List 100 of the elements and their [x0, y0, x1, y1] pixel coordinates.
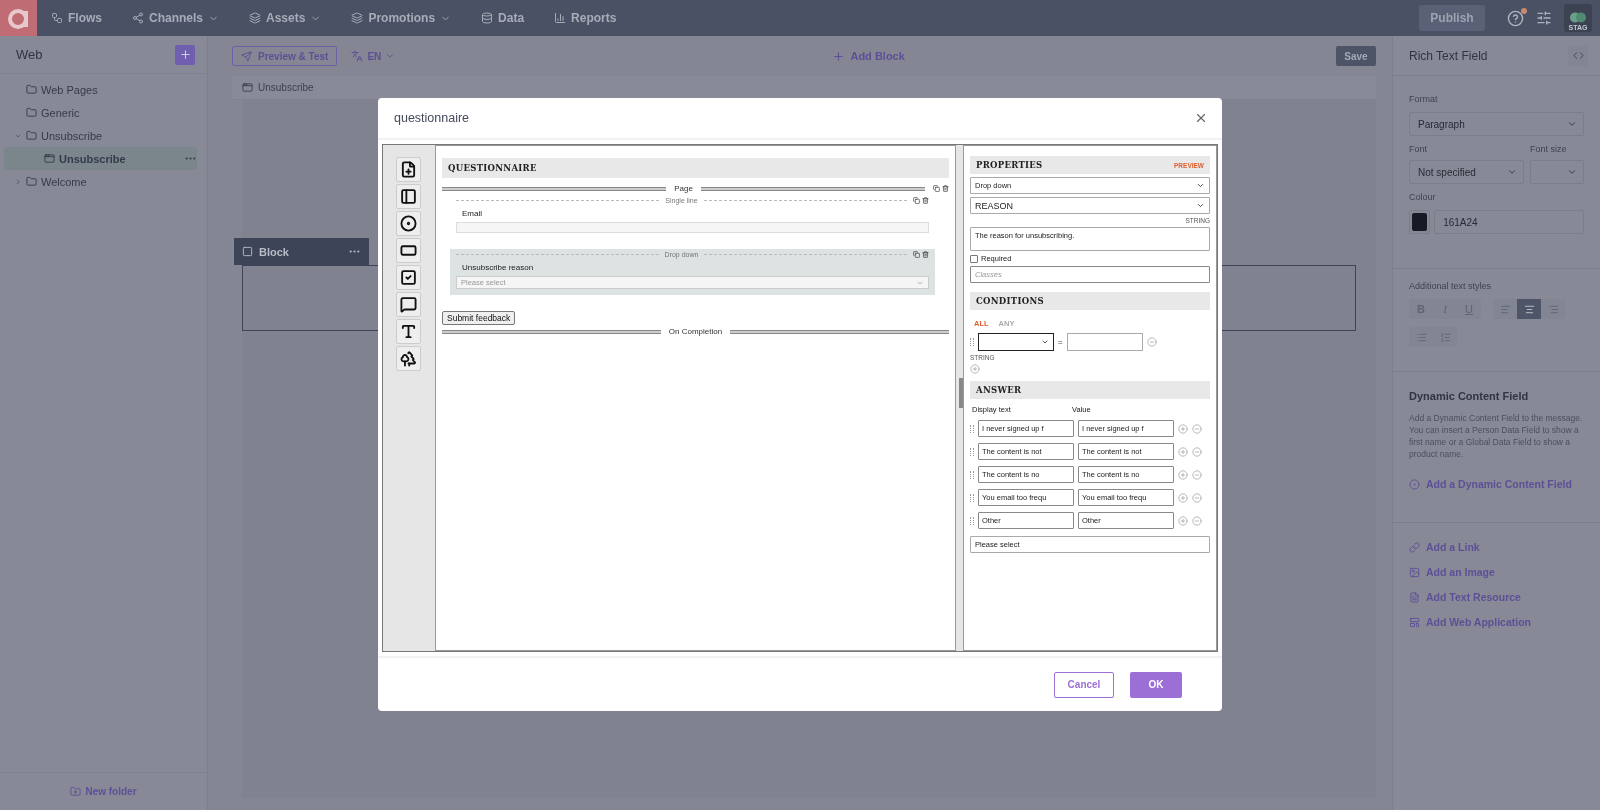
- panel-link[interactable]: Add Web Application: [1409, 616, 1584, 628]
- scrollbar-thumb[interactable]: [959, 378, 963, 408]
- caret-icon: [1567, 167, 1577, 177]
- send-icon: [241, 50, 252, 62]
- colour-swatch[interactable]: [1409, 210, 1431, 234]
- close-icon[interactable]: [1194, 111, 1208, 125]
- align-right-icon: [1547, 303, 1559, 315]
- help-icon[interactable]: [1507, 9, 1524, 27]
- form-title: QUESTIONNAIRE: [448, 163, 537, 173]
- copy-icon[interactable]: [913, 250, 920, 258]
- nav-item[interactable]: Reports: [554, 11, 617, 25]
- drag-handle[interactable]: [970, 424, 974, 433]
- caret-icon: [1196, 181, 1205, 190]
- comment-tool[interactable]: [395, 292, 421, 317]
- nav-item[interactable]: Flows: [51, 11, 102, 25]
- delete-icon[interactable]: [942, 185, 949, 192]
- panel-tool[interactable]: [395, 184, 421, 209]
- language-dropdown[interactable]: EN: [345, 49, 402, 63]
- field-label: Unsubscribe reason: [462, 263, 535, 272]
- tree-item[interactable]: Web Pages: [4, 78, 197, 101]
- caret-icon[interactable]: [14, 177, 22, 186]
- font-select[interactable]: Not specified: [1409, 160, 1524, 184]
- radio-icon: [399, 215, 417, 232]
- panel-link[interactable]: Add a Link: [1409, 541, 1584, 553]
- publish-button[interactable]: Publish: [1419, 5, 1485, 31]
- text-field[interactable]: [456, 222, 929, 233]
- tree-item[interactable]: Unsubscribe: [4, 147, 197, 170]
- align-center-button[interactable]: [1517, 299, 1541, 319]
- drag-handle[interactable]: [970, 493, 974, 502]
- add-icon[interactable]: [1178, 423, 1188, 434]
- add-block-button[interactable]: Add Block: [826, 48, 911, 64]
- close-x-icon: [1194, 111, 1208, 125]
- drag-handle[interactable]: [970, 338, 974, 346]
- remove-icon[interactable]: [1192, 515, 1202, 526]
- drag-handle[interactable]: [970, 516, 974, 525]
- panel-title: Rich Text Field: [1409, 48, 1488, 63]
- copy-icon[interactable]: [913, 196, 920, 204]
- submit-button[interactable]: Submit feedback: [442, 311, 516, 325]
- remove-icon[interactable]: [1146, 337, 1157, 347]
- field-label: Format: [1409, 94, 1439, 104]
- variable-select[interactable]: REASON: [970, 197, 1210, 214]
- delete-icon[interactable]: [922, 196, 929, 204]
- field-label: Colour: [1409, 192, 1437, 202]
- logo-icon[interactable]: [0, 0, 37, 36]
- condition-value-field[interactable]: [1066, 333, 1143, 351]
- add-button[interactable]: [175, 44, 195, 65]
- save-button[interactable]: Save: [1336, 46, 1376, 66]
- folder-icon: [26, 176, 37, 187]
- block-label: Block: [259, 245, 290, 258]
- nav-item[interactable]: Assets: [249, 11, 322, 25]
- add-icon[interactable]: [970, 364, 980, 374]
- divider-label: Page: [674, 184, 693, 193]
- bullet-list-icon: [1415, 331, 1427, 343]
- remove-icon[interactable]: [1192, 423, 1202, 434]
- image-icon: [1409, 566, 1420, 578]
- panel-link[interactable]: Add Text Resource: [1409, 591, 1584, 603]
- ok-button[interactable]: OK: [1130, 671, 1182, 698]
- dialog-title: questionnaire: [394, 111, 470, 125]
- cancel-button[interactable]: Cancel: [1054, 671, 1114, 698]
- tree-item[interactable]: Generic: [4, 101, 197, 124]
- remove-icon[interactable]: [1192, 492, 1202, 503]
- add-icon[interactable]: [1178, 515, 1188, 526]
- settings-icon[interactable]: [1536, 10, 1552, 26]
- add-icon[interactable]: [1178, 469, 1188, 480]
- divider-label: On Completion: [668, 327, 723, 336]
- align-center-icon: [1523, 303, 1535, 315]
- delete-icon[interactable]: [922, 250, 929, 258]
- text-tool[interactable]: [395, 319, 421, 344]
- block-header[interactable]: Block: [234, 238, 369, 265]
- nav-item[interactable]: Data: [481, 11, 525, 25]
- document-icon: [1409, 591, 1420, 603]
- tree-tool[interactable]: [395, 346, 421, 371]
- page-tab[interactable]: Unsubscribe: [242, 82, 314, 93]
- new-folder-link[interactable]: New folder: [70, 786, 137, 797]
- drag-handle[interactable]: [970, 447, 974, 456]
- checkbox-icon: [399, 269, 417, 286]
- input-tool[interactable]: [395, 238, 421, 263]
- copy-icon[interactable]: [933, 185, 940, 192]
- code-button[interactable]: [1568, 45, 1588, 66]
- comment-icon: [399, 296, 417, 313]
- add-dynamic-field-link[interactable]: Add a Dynamic Content Field: [1409, 478, 1584, 490]
- remove-icon[interactable]: [1192, 469, 1202, 480]
- colour-input[interactable]: 161A24: [1434, 210, 1584, 234]
- preview-button[interactable]: Preview & Test: [232, 46, 338, 66]
- nav-item[interactable]: Channels: [132, 11, 220, 25]
- remove-icon[interactable]: [1192, 446, 1202, 457]
- tree-item[interactable]: Welcome: [4, 170, 197, 193]
- checkbox-tool[interactable]: [395, 265, 421, 290]
- radio-tool[interactable]: [395, 211, 421, 236]
- add-icon[interactable]: [1178, 446, 1188, 457]
- add-icon[interactable]: [1178, 492, 1188, 503]
- folder-icon: [26, 84, 37, 95]
- nav-item[interactable]: Promotions: [351, 11, 452, 25]
- drag-handle[interactable]: [970, 470, 974, 479]
- file-plus-tool[interactable]: [395, 157, 421, 182]
- condition-select[interactable]: [978, 333, 1054, 351]
- panel-link[interactable]: Add an Image: [1409, 566, 1584, 578]
- format-select[interactable]: Paragraph: [1409, 112, 1584, 136]
- field-label: Font size: [1530, 144, 1568, 154]
- tree-item[interactable]: Unsubscribe: [4, 124, 197, 147]
